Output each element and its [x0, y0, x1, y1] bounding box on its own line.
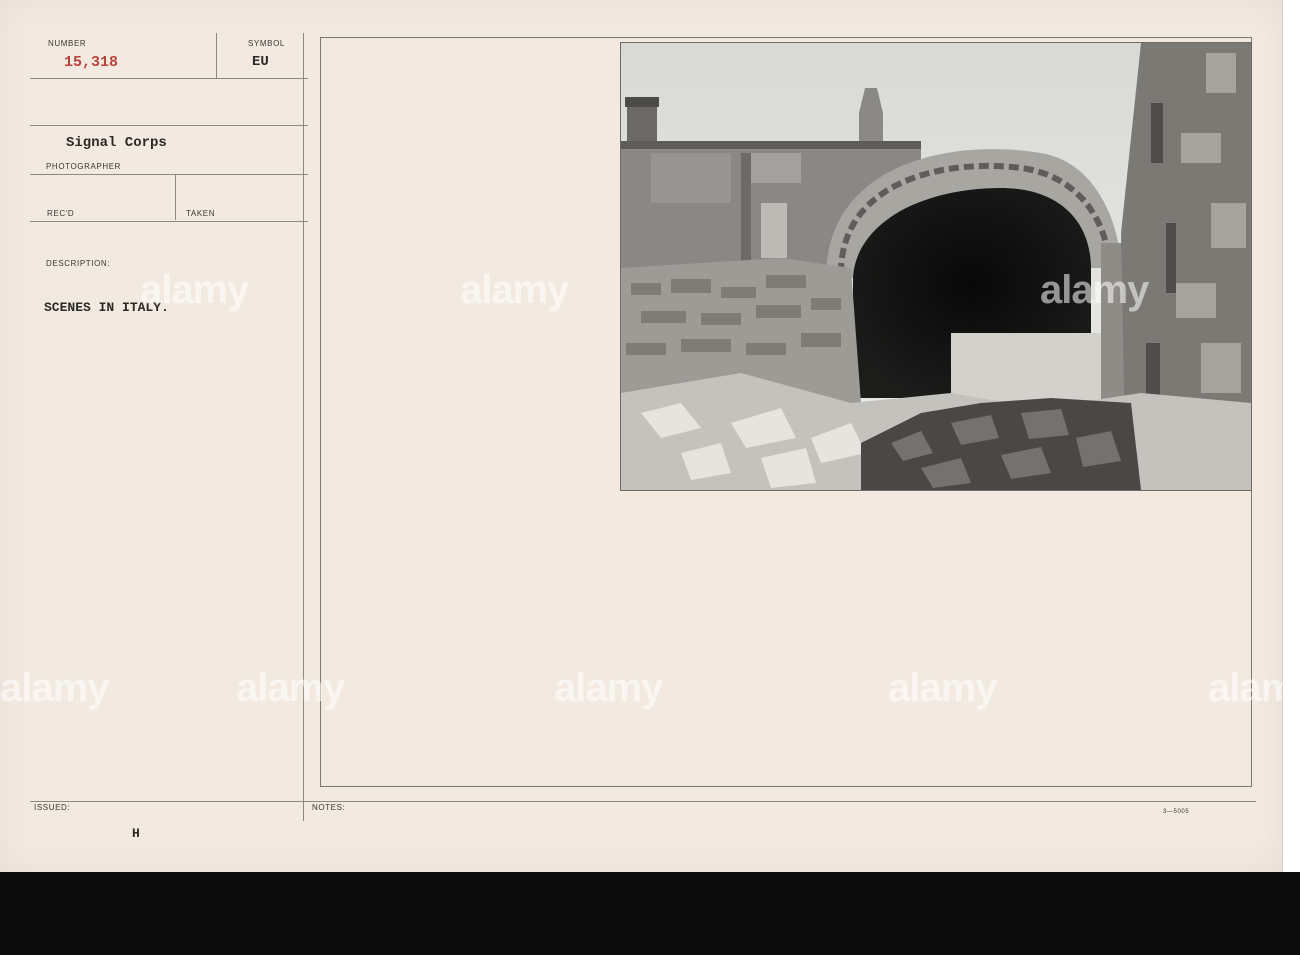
- description-label: DESCRIPTION:: [46, 259, 111, 268]
- rule-bottom: [30, 801, 1256, 802]
- taken-label: TAKEN: [186, 209, 216, 218]
- watermark: alamy: [0, 666, 109, 710]
- watermark: alamy: [140, 268, 249, 312]
- notes-label: NOTES:: [312, 803, 346, 812]
- watermark: alamy: [236, 666, 345, 710]
- issued-value: H: [132, 826, 140, 841]
- bottom-black-strip: [0, 872, 1300, 955]
- number-value: 15,318: [64, 54, 119, 71]
- photographer-label: PHOTOGRAPHER: [46, 162, 122, 171]
- recd-label: REC'D: [47, 209, 75, 218]
- symbol-label: SYMBOL: [248, 39, 285, 48]
- ruined-arch-photo: [621, 43, 1251, 490]
- agency-text: Signal Corps: [66, 135, 167, 151]
- watermark: alamy: [554, 666, 663, 710]
- number-symbol-divider: [216, 33, 217, 78]
- record-card: NUMBER 15,318 SYMBOL EU Signal Corps PHO…: [0, 0, 1300, 872]
- rule-corps: [30, 125, 308, 126]
- rule-dates: [30, 221, 308, 222]
- watermark: alamy: [888, 666, 997, 710]
- watermark: alamy: [1040, 268, 1149, 312]
- rule-photographer: [30, 174, 308, 175]
- watermark: alamy: [460, 268, 569, 312]
- number-label: NUMBER: [48, 39, 87, 48]
- rule-number: [30, 78, 308, 79]
- watermark: alamy: [1208, 666, 1300, 710]
- issued-label: ISSUED:: [34, 803, 71, 812]
- photograph: 15318: [620, 42, 1252, 491]
- recd-taken-divider: [175, 174, 176, 220]
- symbol-value: EU: [252, 54, 269, 70]
- form-number: 3—5005: [1163, 809, 1190, 815]
